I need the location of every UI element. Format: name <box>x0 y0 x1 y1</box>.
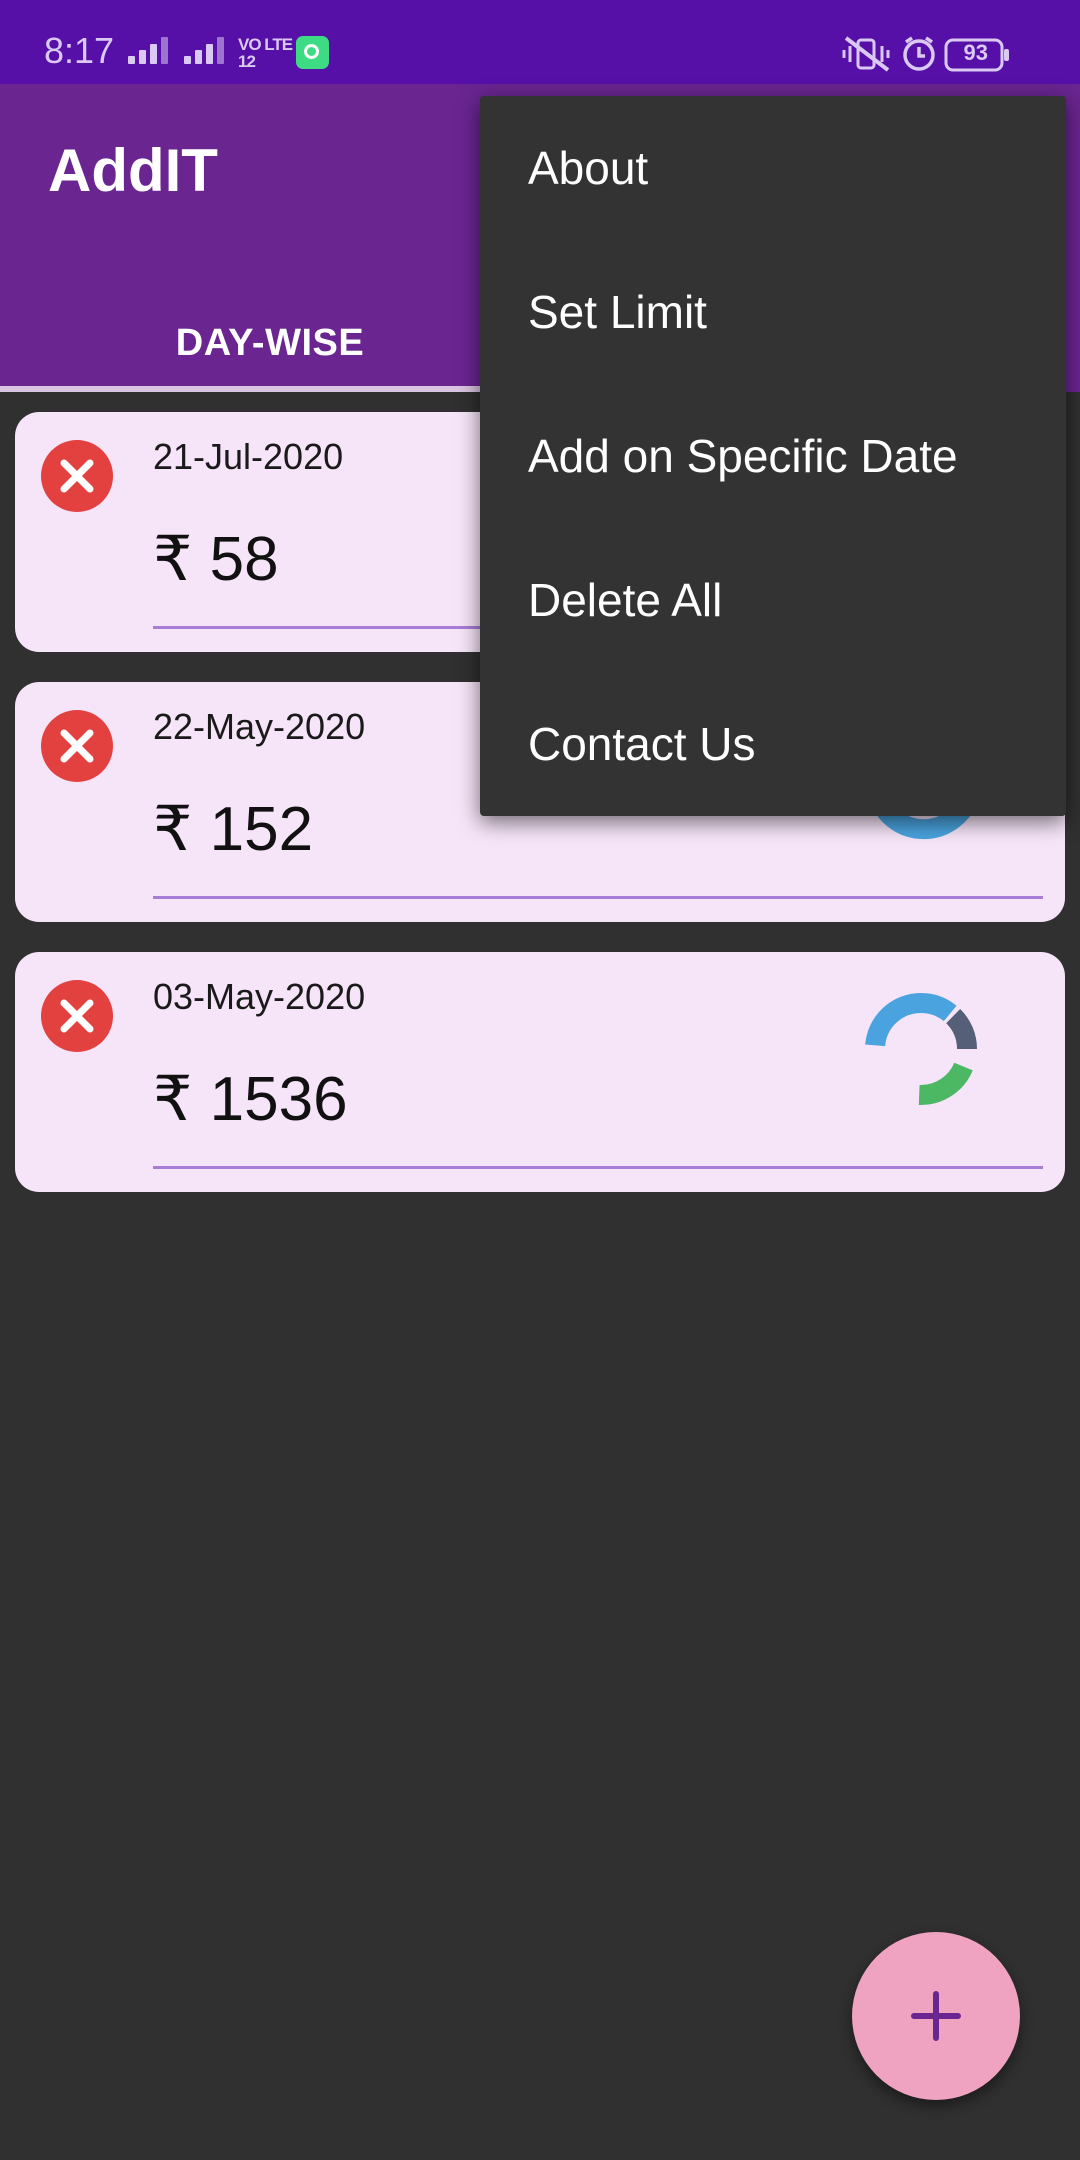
alarm-icon <box>903 36 935 71</box>
notification-app-icon <box>296 36 329 69</box>
battery-level: 93 <box>963 40 988 65</box>
entry-amount: ₹ 1536 <box>153 1065 348 1134</box>
close-icon <box>60 999 94 1033</box>
status-icons <box>842 36 1009 72</box>
card-divider <box>153 1166 1043 1169</box>
close-icon <box>60 729 94 763</box>
delete-entry-button[interactable] <box>41 440 113 512</box>
menu-item-delete-all[interactable]: Delete All <box>480 528 1066 672</box>
entry-date: 22-May-2020 <box>153 706 366 747</box>
menu-item-add-on-specific-date[interactable]: Add on Specific Date <box>480 384 1066 528</box>
status-time: 8:17 <box>44 30 115 71</box>
overflow-menu: About Set Limit Add on Specific Date Del… <box>480 96 1066 816</box>
entry-date: 03-May-2020 <box>153 976 366 1017</box>
vibrate-mute-icon <box>842 36 890 72</box>
plus-icon <box>911 1991 961 2041</box>
menu-item-set-limit[interactable]: Set Limit <box>480 240 1066 384</box>
entry-amount: ₹ 152 <box>153 795 314 864</box>
entry-card[interactable]: 03-May-2020 ₹ 1536 <box>15 952 1065 1192</box>
card-divider <box>153 896 1043 899</box>
delete-entry-button[interactable] <box>41 710 113 782</box>
entry-amount: ₹ 58 <box>153 525 279 594</box>
app-title: AddIT <box>48 137 218 204</box>
signal-sim1-icon <box>128 34 172 64</box>
category-donut-icon <box>865 993 977 1105</box>
status-bar: 8:17 VO LTE 12 93 <box>0 0 1080 84</box>
tab-indicator <box>0 386 540 392</box>
tab-day-wise[interactable]: DAY-WISE <box>0 294 540 392</box>
add-entry-button[interactable] <box>852 1932 1020 2100</box>
menu-item-about[interactable]: About <box>480 96 1066 240</box>
signal-sim2-icon <box>184 34 228 64</box>
entry-date: 21-Jul-2020 <box>153 436 344 477</box>
volte-indicator: VO LTE 12 <box>238 35 293 71</box>
delete-entry-button[interactable] <box>41 980 113 1052</box>
menu-item-contact-us[interactable]: Contact Us <box>480 672 1066 816</box>
close-icon <box>60 459 94 493</box>
